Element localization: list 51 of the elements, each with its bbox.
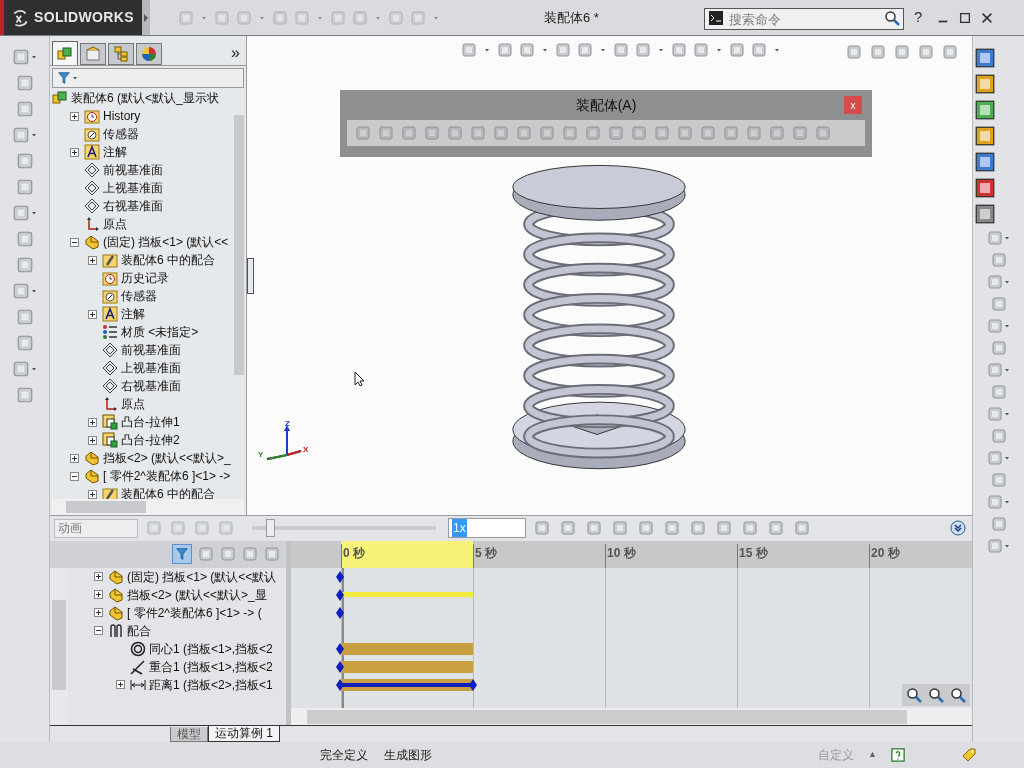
tree-item[interactable]: 装配体6 中的配合	[121, 251, 215, 269]
tree-item[interactable]: 上视基准面	[121, 359, 181, 377]
tree-item[interactable]: (固定) 挡板<1> (默认<<默认	[127, 567, 277, 586]
time-label: 0 秒	[341, 543, 365, 568]
study-type-select[interactable]: 动画	[54, 518, 138, 538]
tree-item[interactable]: 前视基准面	[103, 161, 163, 179]
more-button[interactable]: »	[231, 41, 240, 65]
axis-label: Z	[285, 418, 290, 430]
tree-item[interactable]: 装配体6 (默认<默认_显示状	[71, 89, 219, 107]
tree-item[interactable]: [ 零件2^装配体6 ]<1> ->	[103, 467, 231, 485]
tree-item[interactable]: 注解	[121, 305, 145, 323]
app-logo: SOLIDWORKS	[34, 8, 134, 27]
search-field[interactable]: 搜索命令	[704, 8, 904, 30]
tree-item[interactable]: 传感器	[121, 287, 157, 305]
study-tab[interactable]: 模型	[170, 727, 208, 742]
tree-item[interactable]: 挡板<2> (默认<<默认>_显	[127, 585, 267, 604]
help-button[interactable]: ?	[914, 6, 923, 29]
toolbar-title: 装配体(A)	[575, 95, 637, 115]
time-label: 20 秒	[869, 543, 900, 568]
close-button[interactable]: x	[844, 96, 862, 114]
tree-item[interactable]: 原点	[121, 395, 145, 413]
study-tab[interactable]: 运动算例 1	[208, 726, 280, 742]
tree-item[interactable]: 前视基准面	[121, 341, 181, 359]
tree-item[interactable]: [ 零件2^装配体6 ]<1> -> (	[127, 603, 262, 622]
tree-item[interactable]: 距离1 (挡板<2>,挡板<1	[149, 675, 273, 694]
tree-item[interactable]: 材质 <未指定>	[121, 323, 199, 341]
time-label: 15 秒	[737, 543, 768, 568]
status-text: 生成图形	[384, 747, 432, 764]
time-label: 10 秒	[605, 543, 636, 568]
tree-item[interactable]: 注解	[103, 143, 127, 161]
tree-item[interactable]: 历史记录	[121, 269, 169, 287]
window-title: 装配体6 *	[544, 8, 600, 27]
status-arrow[interactable]: ▲	[868, 748, 877, 762]
tree-item[interactable]: 原点	[103, 215, 127, 233]
tree-item[interactable]: 配合	[127, 621, 151, 640]
tree-item[interactable]: 装配体6 中的配合	[121, 485, 215, 499]
tree-item[interactable]: 同心1 (挡板<1>,挡板<2	[149, 639, 273, 658]
tree-item[interactable]: 右视基准面	[121, 377, 181, 395]
status-text: 完全定义	[320, 747, 368, 764]
tree-item[interactable]: 凸台-拉伸1	[121, 413, 180, 431]
tree-item[interactable]: (固定) 挡板<1> (默认<<	[103, 233, 229, 251]
tree-item[interactable]: 重合1 (挡板<1>,挡板<2	[149, 657, 273, 676]
axis-label: X	[303, 444, 309, 456]
tree-item[interactable]: 右视基准面	[103, 197, 163, 215]
tree-item[interactable]: History	[103, 107, 141, 125]
tree-item[interactable]: 传感器	[103, 125, 139, 143]
time-label: 5 秒	[473, 543, 497, 568]
axis-label: Y	[258, 449, 264, 461]
tree-item[interactable]: 上视基准面	[103, 179, 163, 197]
tree-item[interactable]: 凸台-拉伸2	[121, 431, 180, 449]
tree-item[interactable]: 挡板<2> (默认<<默认>_	[103, 449, 231, 467]
